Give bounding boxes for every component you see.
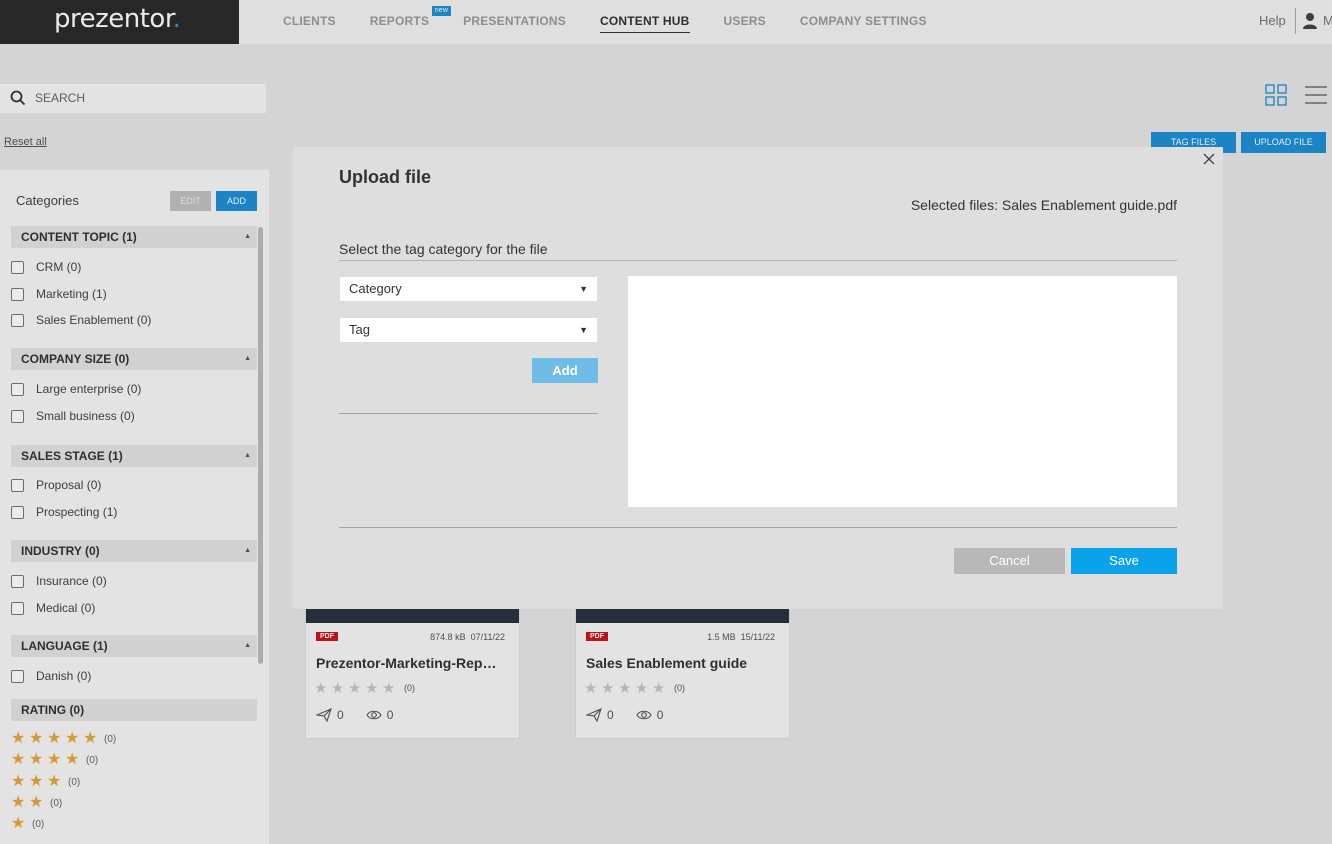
selected-files-text: Selected files: Sales Enablement guide.p… bbox=[910, 197, 1177, 213]
tag-category-label: Select the tag category for the file bbox=[339, 241, 548, 257]
save-button[interactable]: Save bbox=[1071, 548, 1177, 574]
dropdown-arrow-icon: ▼ bbox=[579, 284, 588, 294]
dropdown-arrow-icon: ▼ bbox=[579, 325, 588, 335]
divider bbox=[339, 413, 598, 414]
cancel-button[interactable]: Cancel bbox=[954, 548, 1065, 574]
close-icon[interactable] bbox=[1202, 152, 1216, 166]
category-select[interactable]: Category ▼ bbox=[339, 276, 598, 302]
tag-select[interactable]: Tag ▼ bbox=[339, 317, 598, 343]
divider bbox=[339, 260, 1177, 261]
selected-tags-area bbox=[628, 276, 1177, 507]
upload-file-dialog: Upload file Selected files: Sales Enable… bbox=[293, 147, 1223, 609]
divider bbox=[339, 527, 1177, 528]
add-tag-button[interactable]: Add bbox=[532, 358, 598, 383]
dialog-title: Upload file bbox=[339, 167, 432, 187]
